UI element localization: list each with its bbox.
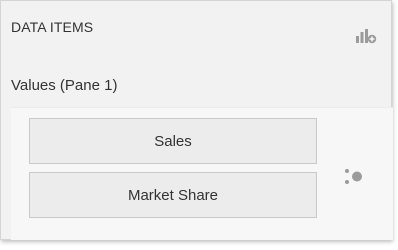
data-item-market-share[interactable]: Market Share <box>29 172 317 218</box>
section-label: Values (Pane 1) <box>11 77 118 94</box>
values-pane: Sales Market Share <box>11 107 393 240</box>
panel-title: DATA ITEMS <box>11 19 94 35</box>
add-data-item-icon[interactable] <box>355 27 377 45</box>
data-items-panel: DATA ITEMS Values (Pane 1) Sales Market … <box>0 0 393 240</box>
series-options-icon[interactable] <box>341 164 367 190</box>
data-item-sales[interactable]: Sales <box>29 118 317 164</box>
